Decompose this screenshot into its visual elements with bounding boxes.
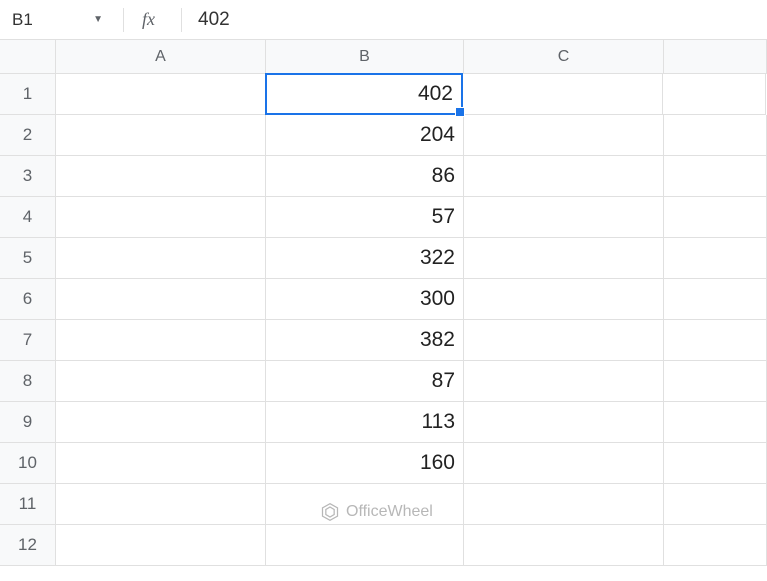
cell[interactable] — [464, 443, 664, 484]
select-all-corner[interactable] — [0, 40, 56, 74]
cell[interactable] — [464, 115, 664, 156]
cell[interactable] — [56, 156, 266, 197]
logo-icon — [320, 502, 340, 522]
cell[interactable] — [56, 361, 266, 402]
cell[interactable] — [463, 74, 663, 115]
watermark: OfficeWheel — [320, 502, 433, 522]
row-header[interactable]: 1 — [0, 74, 56, 115]
cell[interactable] — [664, 320, 767, 361]
cell[interactable] — [56, 238, 266, 279]
row-header[interactable]: 3 — [0, 156, 56, 197]
fx-icon: fx — [132, 9, 173, 30]
cell[interactable]: 87 — [266, 361, 464, 402]
col-header-a[interactable]: A — [56, 40, 266, 74]
row-header[interactable]: 11 — [0, 484, 56, 525]
cell[interactable]: 113 — [266, 402, 464, 443]
cell[interactable] — [464, 320, 664, 361]
table-row: 7 382 — [0, 320, 767, 361]
column-header-row: A B C — [0, 40, 767, 74]
row-header[interactable]: 7 — [0, 320, 56, 361]
table-row: 10 160 — [0, 443, 767, 484]
cell[interactable] — [464, 525, 664, 566]
cell[interactable] — [56, 320, 266, 361]
cell[interactable] — [464, 279, 664, 320]
table-row: 12 — [0, 525, 767, 566]
cell[interactable]: 160 — [266, 443, 464, 484]
row-header[interactable]: 9 — [0, 402, 56, 443]
divider — [181, 8, 182, 32]
cell[interactable] — [664, 402, 767, 443]
cell[interactable] — [464, 156, 664, 197]
name-box[interactable]: B1 ▼ — [0, 0, 115, 39]
cell[interactable] — [56, 402, 266, 443]
cell[interactable] — [663, 74, 766, 115]
row-header[interactable]: 6 — [0, 279, 56, 320]
divider — [123, 8, 124, 32]
cell[interactable] — [464, 197, 664, 238]
formula-input[interactable] — [190, 0, 767, 39]
cell[interactable] — [56, 115, 266, 156]
name-box-value: B1 — [12, 10, 33, 30]
table-row: 2 204 — [0, 115, 767, 156]
formula-bar: B1 ▼ fx — [0, 0, 767, 40]
cell[interactable] — [464, 238, 664, 279]
spreadsheet-grid: A B C 1 402 2 204 3 86 4 57 5 322 — [0, 40, 767, 566]
cell[interactable] — [664, 279, 767, 320]
cell[interactable] — [56, 484, 266, 525]
col-header-b[interactable]: B — [266, 40, 464, 74]
cell[interactable] — [664, 156, 767, 197]
cell[interactable] — [464, 484, 664, 525]
table-row: 5 322 — [0, 238, 767, 279]
cell[interactable]: 322 — [266, 238, 464, 279]
row-header[interactable]: 4 — [0, 197, 56, 238]
cell[interactable] — [464, 402, 664, 443]
cell[interactable] — [266, 525, 464, 566]
cell[interactable] — [56, 74, 266, 115]
row-header[interactable]: 2 — [0, 115, 56, 156]
table-row: 9 113 — [0, 402, 767, 443]
table-row: 1 402 — [0, 74, 767, 115]
cell-selected[interactable]: 402 — [265, 73, 463, 115]
cell[interactable] — [56, 525, 266, 566]
cell[interactable] — [664, 484, 767, 525]
row-header[interactable]: 5 — [0, 238, 56, 279]
cell[interactable] — [56, 197, 266, 238]
row-header[interactable]: 8 — [0, 361, 56, 402]
table-row: 4 57 — [0, 197, 767, 238]
cell[interactable]: 204 — [266, 115, 464, 156]
cell[interactable] — [664, 115, 767, 156]
cell[interactable] — [56, 443, 266, 484]
row-header[interactable]: 12 — [0, 525, 56, 566]
cell[interactable] — [664, 197, 767, 238]
cell[interactable]: 300 — [266, 279, 464, 320]
table-row: 6 300 — [0, 279, 767, 320]
cell[interactable] — [664, 443, 767, 484]
cell[interactable] — [664, 238, 767, 279]
cell[interactable]: 86 — [266, 156, 464, 197]
cell[interactable] — [664, 361, 767, 402]
chevron-down-icon: ▼ — [93, 14, 103, 25]
row-header[interactable]: 10 — [0, 443, 56, 484]
cell[interactable] — [56, 279, 266, 320]
cell[interactable]: 382 — [266, 320, 464, 361]
cell[interactable] — [464, 361, 664, 402]
table-row: 8 87 — [0, 361, 767, 402]
col-header-c[interactable]: C — [464, 40, 664, 74]
table-row: 3 86 — [0, 156, 767, 197]
cell[interactable]: 57 — [266, 197, 464, 238]
col-header-d[interactable] — [664, 40, 767, 74]
cell[interactable] — [664, 525, 767, 566]
watermark-text: OfficeWheel — [346, 503, 433, 521]
